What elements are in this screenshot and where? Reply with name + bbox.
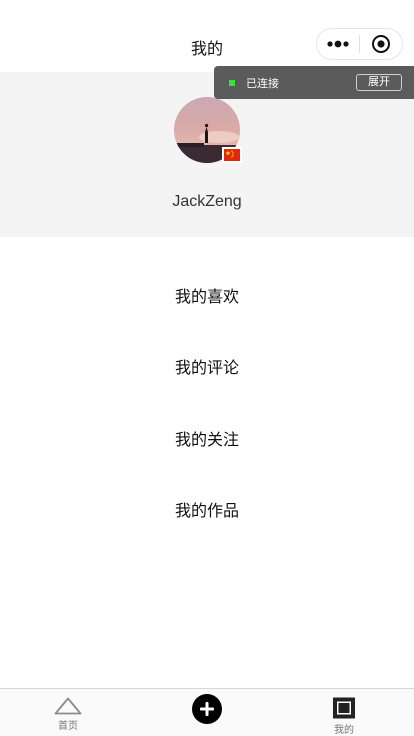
tab-home-label: 首页 (58, 721, 78, 732)
connection-status: 已连接 (246, 77, 279, 90)
menu-item-following[interactable]: 我的关注 (0, 402, 414, 474)
square-profile-icon (333, 697, 355, 719)
avatar[interactable] (174, 97, 242, 163)
mini-program-capsule (316, 28, 403, 60)
target-circle-icon (372, 35, 390, 53)
china-flag-icon (222, 147, 242, 163)
username: JackZeng (172, 193, 242, 210)
menu-item-likes[interactable]: 我的喜欢 (0, 259, 414, 331)
menu-item-comments[interactable]: 我的评论 (0, 331, 414, 403)
triangle-home-icon (54, 697, 82, 715)
more-dots-icon (327, 40, 349, 48)
tab-home[interactable]: 首页 (38, 689, 98, 736)
navigation-bar: 我的 (0, 0, 414, 72)
menu-item-works[interactable]: 我的作品 (0, 474, 414, 546)
tab-bar: 首页 我的 (0, 688, 414, 736)
tab-mine[interactable]: 我的 (314, 689, 374, 736)
connection-status-dot (229, 79, 235, 86)
close-mini-program-button[interactable] (360, 29, 402, 59)
tab-add-button[interactable] (191, 693, 223, 725)
plus-circle-icon (192, 694, 222, 724)
debug-connection-bar: 已连接 展开 (214, 66, 414, 99)
expand-button[interactable]: 展开 (356, 74, 402, 91)
tab-mine-label: 我的 (334, 725, 354, 736)
more-button[interactable] (317, 29, 359, 59)
profile-menu: 我的喜欢 我的评论 我的关注 我的作品 (0, 259, 414, 545)
